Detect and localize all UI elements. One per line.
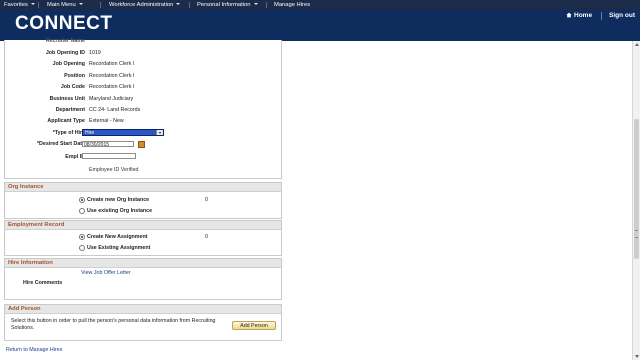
create-org-instance-label: Create new Org Instance — [87, 197, 150, 203]
desired-start-date-field[interactable]: 08/30/2015 — [82, 141, 134, 148]
favorites-menu[interactable]: Favorites — [4, 2, 35, 8]
create-assignment-label: Create New Assignment — [87, 234, 148, 240]
type-of-hire-selected: Hire — [85, 130, 95, 136]
business-unit-label: Business Unit — [49, 96, 85, 102]
use-assignment-radio[interactable] — [79, 245, 85, 251]
nav-divider — [100, 2, 101, 8]
create-org-instance-value: 0 — [205, 197, 208, 203]
nav-divider — [189, 2, 190, 8]
applicant-type-label: Applicant Type — [47, 118, 85, 124]
top-nav-bar: Favorites Main Menu Workforce Administra… — [0, 0, 640, 10]
hire-comments-label: Hire Comments — [23, 280, 63, 286]
employee-id-verified-text: Employee ID Verified — [89, 167, 139, 173]
connect-logo: CONNECT — [15, 13, 113, 34]
type-of-hire-label: *Type of Hire — [52, 130, 85, 136]
home-link[interactable]: Home — [566, 12, 592, 19]
vertical-scrollbar[interactable] — [632, 41, 640, 360]
department-value: CC 24- Land Records — [89, 107, 141, 113]
position-value: Recordation Clerk I — [89, 73, 135, 79]
return-to-manage-hires-link[interactable]: Return to Manage Hires — [6, 347, 62, 353]
add-person-description: Select this button in order to pull the … — [11, 318, 216, 331]
job-opening-value: Recordation Clerk I — [89, 61, 135, 67]
position-label: Position — [64, 73, 85, 79]
job-details-panel: Recruiter Name Job Opening ID 1019 Job O… — [4, 38, 282, 179]
employment-record-title: Employment Record — [5, 221, 281, 230]
job-code-value: Recordation Clerk I — [89, 84, 135, 90]
use-org-instance-label: Use existing Org Instance — [87, 208, 153, 214]
add-person-panel: Add Person Select this button in order t… — [4, 304, 282, 341]
scroll-up-icon[interactable] — [635, 43, 639, 46]
nav-workforce-administration[interactable]: Workforce Administration — [109, 1, 181, 8]
chevron-down-icon — [176, 2, 181, 5]
sign-out-link[interactable]: Sign out — [609, 12, 635, 19]
nav-manage-hires[interactable]: Manage Hires — [274, 2, 310, 8]
job-opening-id-value: 1019 — [89, 50, 101, 56]
scroll-down-icon[interactable] — [635, 355, 639, 358]
create-assignment-radio[interactable] — [79, 234, 85, 240]
chevron-down-icon — [30, 2, 35, 5]
nav-personal-information[interactable]: Personal Information — [197, 2, 258, 8]
brand-header: CONNECT Maryland Judiciary Home Sign out — [0, 10, 640, 45]
favorites-label: Favorites — [4, 1, 28, 8]
recruiter-name-label: Recruiter Name — [45, 38, 85, 44]
nav-divider — [266, 2, 267, 8]
grip-icon — [635, 230, 638, 238]
empl-id-field[interactable] — [82, 153, 136, 159]
home-icon — [566, 12, 572, 17]
view-job-offer-letter-link[interactable]: View Job Offer Letter — [81, 270, 131, 276]
scrollbar-thumb[interactable] — [634, 119, 639, 259]
type-of-hire-select[interactable]: Hire — [82, 129, 164, 136]
use-assignment-label: Use Existing Assignment — [87, 245, 151, 251]
calendar-icon[interactable] — [138, 141, 145, 148]
home-label: Home — [574, 11, 593, 19]
hire-information-title: Hire Information — [5, 259, 281, 268]
create-org-instance-radio[interactable] — [79, 197, 85, 203]
add-person-title: Add Person — [5, 305, 281, 314]
hire-information-panel: Hire Information View Job Offer Letter H… — [4, 258, 282, 300]
job-opening-label: Job Opening — [52, 61, 85, 67]
desired-start-date-label: *Desired Start Date — [37, 141, 85, 147]
add-person-button[interactable]: Add Person — [232, 321, 276, 330]
main-menu[interactable]: Main Menu — [47, 2, 83, 8]
personal-info-label: Personal Information — [197, 1, 251, 8]
org-instance-panel: Org Instance Create new Org Instance 0 U… — [4, 182, 282, 219]
department-label: Department — [55, 107, 85, 113]
applicant-type-value: External - New — [89, 118, 124, 124]
employment-record-panel: Employment Record Create New Assignment … — [4, 220, 282, 256]
nav-divider — [38, 2, 39, 8]
job-code-label: Job Code — [60, 84, 85, 90]
create-assignment-value: 0 — [205, 234, 208, 240]
chevron-down-icon — [253, 2, 258, 5]
header-divider — [601, 11, 602, 20]
chevron-down-icon — [78, 2, 83, 5]
chevron-down-icon[interactable] — [156, 130, 163, 135]
business-unit-value: Maryland Judiciary — [89, 96, 134, 102]
workforce-admin-label: Workforce Administration — [109, 1, 174, 8]
org-instance-title: Org Instance — [5, 183, 281, 192]
job-opening-id-label: Job Opening ID — [45, 50, 85, 56]
use-org-instance-radio[interactable] — [79, 208, 85, 214]
main-menu-label: Main Menu — [47, 1, 76, 8]
